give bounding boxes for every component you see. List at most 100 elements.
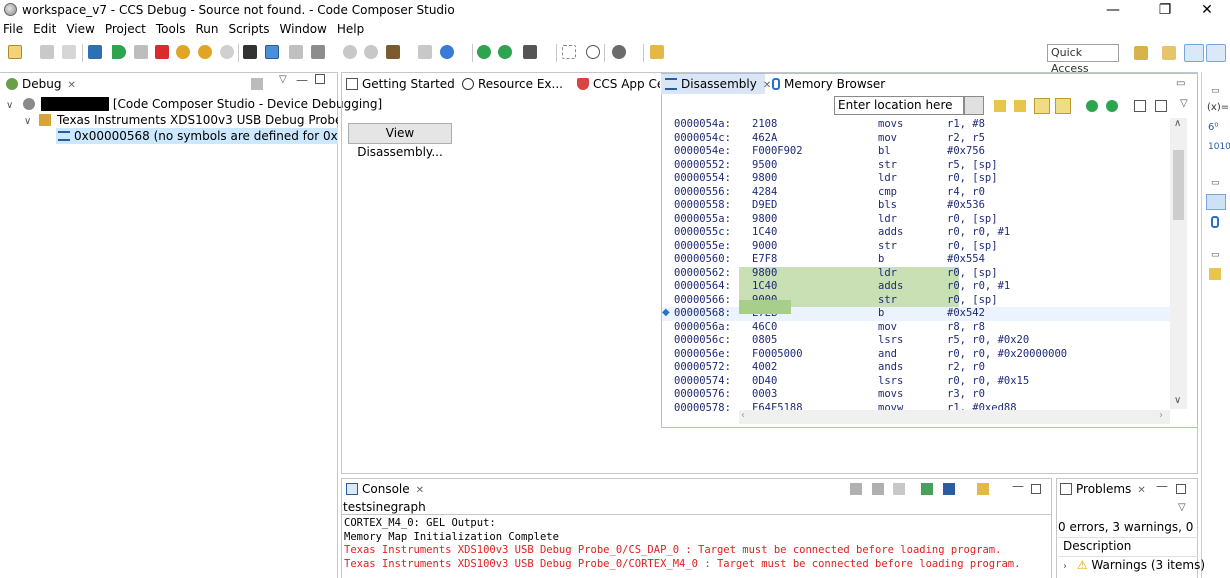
disassembly-row[interactable]: 0000055a: 9800 ldr r0, [sp] (662, 213, 1170, 227)
sync-icon[interactable] (1055, 98, 1071, 114)
minimize-view-icon[interactable]: — (1012, 479, 1024, 493)
restore-icon[interactable]: ▭ (1211, 178, 1220, 188)
disassembly-row[interactable]: 00000556: 4284 cmp r4, r0 (662, 186, 1170, 200)
connect-target-icon[interactable] (265, 45, 279, 59)
disassembly-row[interactable]: 0000056c: 0805 lsrs r5, r0, #0x20 (662, 334, 1170, 348)
close-button[interactable]: ✕ (1184, 0, 1230, 20)
close-icon[interactable]: ✕ (67, 80, 75, 91)
display-console-icon[interactable] (943, 483, 955, 495)
scroll-lock-icon[interactable] (872, 483, 884, 495)
disassembly-trim-icon[interactable] (1206, 194, 1226, 210)
new-view-icon[interactable] (1134, 100, 1146, 112)
select-icon[interactable] (562, 45, 576, 59)
menu-run[interactable]: Run (190, 20, 223, 36)
tab-memory-browser[interactable]: Memory Browser (772, 74, 885, 94)
chevron-down-icon[interactable]: ∨ (24, 116, 31, 127)
disable-icon[interactable] (586, 45, 600, 59)
view-disassembly-button[interactable]: View Disassembly... (348, 123, 452, 159)
disassembly-row[interactable]: 0000054e: F000F902 bl #0x756 (662, 145, 1170, 159)
memory-trim-icon[interactable] (1211, 216, 1219, 228)
save-icon[interactable] (40, 45, 54, 59)
suspend-icon[interactable] (134, 45, 148, 59)
scroll-thumb[interactable] (1173, 150, 1184, 220)
registers-icon[interactable]: 1010 (1208, 142, 1230, 152)
minimize-view-icon[interactable]: — (1156, 479, 1168, 493)
go-button[interactable] (964, 96, 984, 115)
tree-row-session[interactable]: ∨ [Code Composer Studio - Device Debuggi… (6, 96, 382, 112)
word-wrap-icon[interactable] (893, 483, 905, 495)
breakpoint-icon[interactable] (343, 45, 357, 59)
view-menu-icon[interactable]: ▽ (1180, 98, 1188, 109)
tab-disassembly[interactable]: Disassembly ✕ (661, 74, 771, 94)
disassembly-row[interactable]: 00000558: D9ED bls #0x536 (662, 199, 1170, 213)
disassembly-row[interactable]: 00000554: 9800 ldr r0, [sp] (662, 172, 1170, 186)
step-over-icon[interactable] (198, 45, 212, 59)
resume-icon[interactable] (112, 45, 126, 59)
disassembly-row[interactable]: 0000055e: 9000 str r0, [sp] (662, 240, 1170, 254)
expressions-icon[interactable]: 6⁰ (1208, 122, 1218, 133)
close-icon[interactable]: ✕ (416, 485, 424, 496)
disassembly-row[interactable]: 00000576: 0003 movs r3, r0 (662, 388, 1170, 402)
chevron-down-icon[interactable]: ∨ (6, 100, 13, 111)
maximize-button[interactable]: ❐ (1142, 0, 1188, 20)
location-input[interactable]: Enter location here (834, 96, 964, 115)
debug-perspective-icon[interactable] (1206, 44, 1226, 62)
disassembly-row[interactable]: 00000562: 9800 ldr r0, [sp] (674, 266, 998, 280)
grid-icon[interactable] (243, 45, 257, 59)
scroll-right-icon[interactable]: › (1159, 410, 1163, 421)
new-icon[interactable] (8, 45, 22, 59)
chevron-right-icon[interactable]: › (1063, 561, 1067, 572)
open-console-icon[interactable] (977, 483, 989, 495)
disassembly-row[interactable]: 00000574: 0D40 lsrs r0, r0, #0x15 (662, 375, 1170, 389)
build-icon[interactable] (440, 45, 454, 59)
warnings-tree-row[interactable]: › ⚠ Warnings (3 items) (1063, 558, 1205, 572)
disassembly-row[interactable]: 0000055c: 1C40 adds r0, r0, #1 (662, 226, 1170, 240)
step-return-icon[interactable] (220, 45, 234, 59)
tree-row-probe[interactable]: ∨ Texas Instruments XDS100v3 USB Debug P… (24, 112, 338, 128)
scroll-up-icon[interactable]: ∧ (1174, 118, 1181, 129)
variables-icon[interactable]: (x)= (1207, 102, 1229, 113)
quick-access-field[interactable]: Quick Access (1047, 44, 1119, 75)
search-icon[interactable] (650, 45, 664, 59)
menu-view[interactable]: View (61, 20, 99, 36)
remove-all-terminated-icon[interactable] (251, 78, 263, 90)
debug-view-icon[interactable] (88, 45, 102, 59)
menu-help[interactable]: Help (332, 20, 369, 36)
step-into-icon[interactable] (176, 45, 190, 59)
disassembly-row[interactable]: 0000054a: 2108 movs r1, #8 (662, 118, 1170, 132)
description-column-header[interactable]: Description (1063, 539, 1131, 553)
menu-file[interactable]: File (0, 20, 28, 36)
load-program-icon[interactable] (311, 45, 325, 59)
close-icon[interactable]: ✕ (763, 80, 771, 91)
assembly-step-over-icon[interactable] (498, 45, 512, 59)
tab-resource-explorer[interactable]: Resource Ex... (462, 74, 563, 94)
ccs-debug-perspective-icon[interactable] (1184, 44, 1204, 62)
outline-icon[interactable] (1209, 268, 1221, 280)
maximize-view-icon[interactable] (1031, 484, 1041, 494)
view-menu-icon[interactable]: ▽ (279, 74, 287, 85)
scroll-down-icon[interactable]: ∨ (1174, 395, 1181, 406)
disassembly-row[interactable]: 0000056a: 46C0 mov r8, r8 (662, 321, 1170, 335)
tree-row-frame[interactable]: 0x00000568 (no symbols are defined for 0… (56, 128, 338, 144)
minimize-button[interactable]: — (1090, 0, 1136, 20)
clear-console-icon[interactable] (850, 483, 862, 495)
link-icon[interactable] (289, 45, 303, 59)
link-with-context-icon[interactable] (1034, 98, 1050, 114)
menu-scripts[interactable]: Scripts (223, 20, 274, 36)
menu-edit[interactable]: Edit (28, 20, 61, 36)
reset-icon[interactable] (386, 45, 400, 59)
remove-breakpoint-icon[interactable] (364, 45, 378, 59)
maximize-view-icon[interactable] (315, 74, 325, 84)
disassembly-row[interactable]: 00000572: 4002 ands r2, r0 (662, 361, 1170, 375)
scroll-left-icon[interactable]: ‹ (741, 410, 745, 421)
close-icon[interactable]: ✕ (1137, 485, 1145, 496)
disassembly-row[interactable]: 0000056e: F0005000 and r0, r0, #0x20000000 (662, 348, 1170, 362)
home-icon[interactable] (994, 100, 1006, 112)
menu-tools[interactable]: Tools (151, 20, 191, 36)
pin-console-icon[interactable] (921, 483, 933, 495)
tab-problems[interactable]: Problems ✕ (1060, 479, 1146, 499)
menu-window[interactable]: Window (275, 20, 332, 36)
minimize-view-icon[interactable]: — (296, 73, 308, 87)
pin-icon[interactable] (1155, 100, 1167, 112)
asm-step-into-icon[interactable] (1086, 100, 1098, 112)
